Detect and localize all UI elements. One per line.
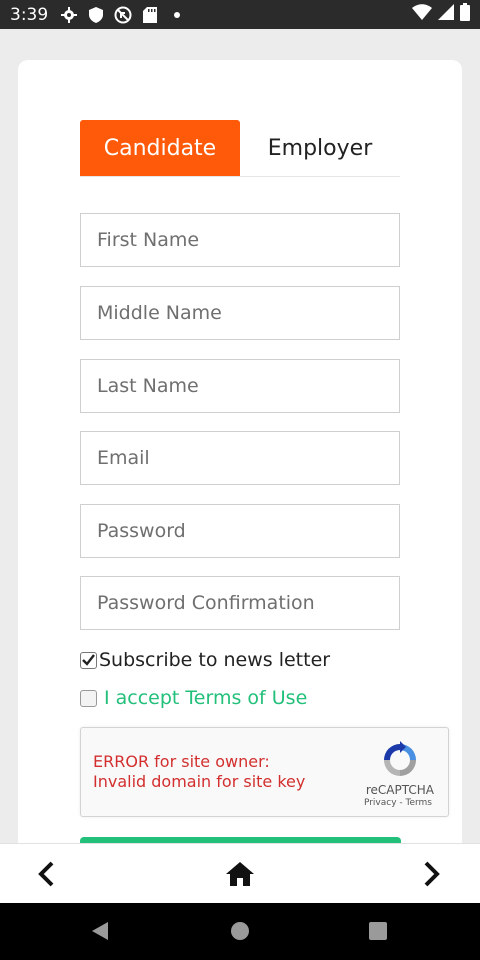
recaptcha-widget: ERROR for site owner: Invalid domain for…: [80, 727, 449, 817]
recaptcha-error: ERROR for site owner: Invalid domain for…: [93, 752, 305, 792]
recaptcha-error-line-2: Invalid domain for site key: [93, 772, 306, 791]
status-bar: 3:39: [0, 0, 480, 29]
back-chevron-icon[interactable]: [30, 858, 62, 890]
status-time: 3:39: [10, 4, 49, 25]
checkmark-icon: [82, 654, 95, 666]
registration-card: Candidate Employer Subscribe to news let…: [18, 60, 462, 860]
signal-icon: [438, 4, 454, 25]
tab-candidate[interactable]: Candidate: [80, 120, 240, 176]
account-type-tabs: Candidate Employer: [80, 120, 400, 177]
dot-icon: [168, 6, 186, 24]
subscribe-row: Subscribe to news letter: [80, 649, 330, 671]
middle-name-input[interactable]: [80, 286, 400, 340]
password-input[interactable]: [80, 504, 400, 558]
sd-card-icon: [141, 6, 159, 24]
tab-employer[interactable]: Employer: [240, 120, 400, 176]
recaptcha-error-line-1: ERROR for site owner:: [93, 752, 270, 771]
back-triangle-icon[interactable]: [88, 919, 112, 943]
shield-icon: [87, 6, 105, 24]
password-confirmation-input[interactable]: [80, 576, 400, 630]
recents-square-icon[interactable]: [366, 919, 390, 943]
wifi-icon: [412, 4, 432, 25]
system-nav-bar: [0, 903, 480, 960]
email-input[interactable]: [80, 431, 400, 485]
first-name-input[interactable]: [80, 213, 400, 267]
app-bottom-nav: [0, 843, 480, 903]
terms-of-use-link[interactable]: I accept Terms of Use: [104, 687, 307, 709]
no-entry-icon: [114, 6, 132, 24]
subscribe-checkbox[interactable]: [80, 651, 97, 669]
last-name-input[interactable]: [80, 359, 400, 413]
subscribe-label: Subscribe to news letter: [99, 649, 331, 671]
battery-icon: [460, 3, 470, 26]
recaptcha-privacy-terms[interactable]: Privacy - Terms: [364, 798, 432, 808]
home-circle-icon[interactable]: [228, 919, 252, 943]
recaptcha-brand: reCAPTCHA: [365, 783, 434, 797]
terms-row: I accept Terms of Use: [80, 687, 307, 709]
home-icon[interactable]: [224, 858, 256, 890]
gear-icon: [60, 6, 78, 24]
forward-chevron-icon[interactable]: [416, 858, 448, 890]
recaptcha-logo-icon: [380, 740, 420, 780]
terms-checkbox[interactable]: [80, 689, 97, 707]
